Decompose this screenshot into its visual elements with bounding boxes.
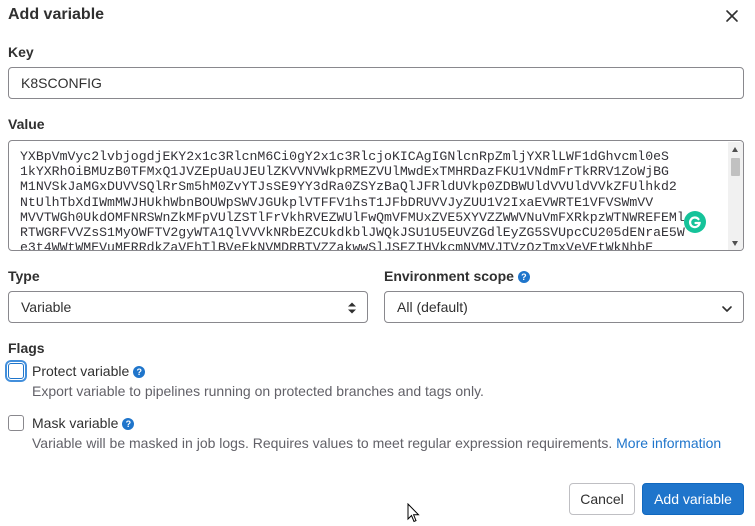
protect-variable-checkbox[interactable]	[8, 363, 24, 379]
chevron-down-icon	[721, 302, 733, 318]
sort-arrows-icon	[347, 301, 357, 318]
key-label: Key	[8, 44, 34, 60]
environment-scope-selected-value: All (default)	[397, 299, 468, 315]
protect-variable-label-text: Protect variable	[32, 363, 130, 379]
type-select[interactable]: Variable	[8, 291, 368, 323]
scroll-up-icon[interactable]	[732, 147, 738, 152]
value-label: Value	[8, 116, 45, 132]
scroll-down-icon[interactable]	[732, 241, 738, 246]
mask-variable-label-text: Mask variable	[32, 415, 119, 431]
type-selected-value: Variable	[21, 299, 72, 315]
grammarly-icon[interactable]	[684, 211, 706, 233]
question-icon[interactable]: ?	[517, 271, 530, 283]
value-scrollbar[interactable]	[728, 142, 743, 250]
cancel-button[interactable]: Cancel	[569, 483, 635, 515]
question-icon[interactable]: ?	[133, 366, 146, 378]
protect-variable-label[interactable]: Protect variable?	[32, 363, 146, 379]
environment-scope-label: Environment scope?	[384, 268, 530, 284]
key-input[interactable]: K8SCONFIG	[8, 67, 744, 99]
flags-label: Flags	[8, 340, 45, 356]
mask-variable-help: Variable will be masked in job logs. Req…	[32, 435, 721, 451]
mask-variable-label[interactable]: Mask variable?	[32, 415, 135, 431]
value-text: YXBpVmVyc2lvbjogdjEKY2x1c3RlcnM6Ci0gY2x1…	[20, 149, 685, 251]
close-icon[interactable]	[722, 6, 742, 26]
add-variable-button[interactable]: Add variable	[642, 483, 744, 515]
dialog-title: Add variable	[8, 6, 105, 23]
question-icon[interactable]: ?	[122, 418, 135, 430]
more-information-link[interactable]: More information	[616, 435, 721, 451]
type-label: Type	[8, 268, 40, 284]
protect-variable-help: Export variable to pipelines running on …	[32, 383, 484, 399]
environment-scope-label-text: Environment scope	[384, 268, 514, 284]
environment-scope-select[interactable]: All (default)	[384, 291, 744, 323]
mouse-cursor-icon	[407, 502, 420, 526]
scroll-thumb[interactable]	[731, 158, 740, 176]
value-textarea[interactable]: YXBpVmVyc2lvbjogdjEKY2x1c3RlcnM6Ci0gY2x1…	[8, 140, 744, 251]
mask-variable-help-text: Variable will be masked in job logs. Req…	[32, 435, 613, 451]
mask-variable-checkbox[interactable]	[8, 415, 24, 431]
